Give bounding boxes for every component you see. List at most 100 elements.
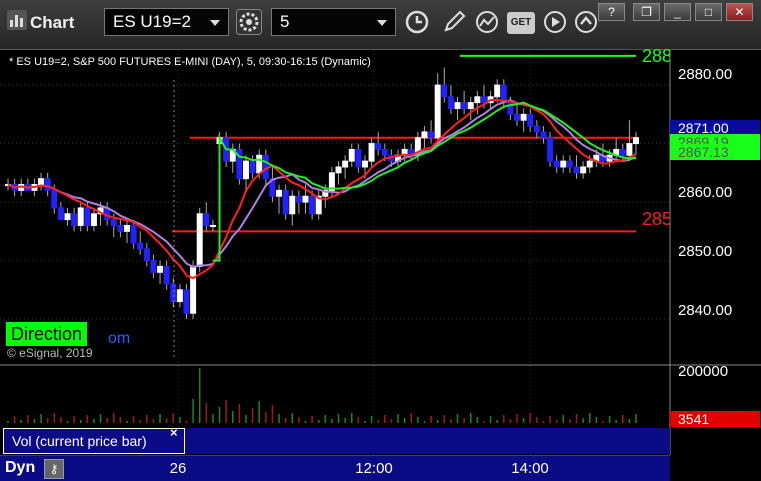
title-bar: Chart ES U19=2 5 GET ? ❐ _ □ ✕	[0, 0, 761, 50]
price-axis-label: 2860.00	[678, 184, 733, 201]
time-axis-corner	[670, 455, 761, 481]
candle-body	[249, 160, 256, 174]
candle-body	[434, 84, 441, 139]
candle-body	[533, 125, 540, 133]
candle-body	[77, 207, 84, 226]
candle-body	[461, 102, 468, 109]
candle-body	[196, 213, 203, 267]
candle-body	[123, 224, 130, 232]
pencil-icon[interactable]	[441, 9, 467, 35]
close-button[interactable]: ✕	[726, 3, 753, 21]
candle-body	[44, 178, 51, 191]
gear-icon[interactable]	[236, 9, 262, 35]
minimize-button[interactable]: _	[664, 3, 691, 21]
candle-body	[454, 102, 461, 109]
candle-body	[566, 160, 573, 168]
green-level-label: 288	[642, 46, 670, 66]
candle-body	[474, 96, 481, 104]
candle-body	[137, 242, 144, 250]
play-icon[interactable]	[542, 9, 568, 35]
red-level-label: 285	[642, 209, 670, 229]
candle-body	[71, 213, 78, 226]
moving-averages	[7, 99, 637, 280]
candle-body	[467, 102, 474, 109]
candle-body	[527, 113, 534, 127]
candle-body	[342, 160, 349, 168]
candle-body	[619, 148, 626, 156]
time-axis: Dyn ⚷ 26 12:00 14:00	[0, 455, 761, 481]
candle-body	[447, 96, 454, 109]
candle-body	[573, 166, 580, 174]
candle-body	[143, 248, 150, 262]
candle-body	[421, 131, 428, 139]
candle-body	[84, 207, 91, 226]
direction-tail-text: om	[108, 330, 131, 347]
volume-caption[interactable]: Vol (current price bar)	[3, 428, 185, 454]
direction-button[interactable]: Direction	[6, 322, 88, 346]
lock-icon[interactable]: ⚷	[44, 459, 64, 479]
candle-body	[163, 265, 170, 285]
window-title: Chart	[30, 13, 75, 32]
candle-body	[183, 289, 190, 314]
candle-body	[176, 289, 183, 303]
chart-icon[interactable]	[474, 9, 500, 35]
chevron-down-icon	[377, 20, 387, 26]
price-chart[interactable]	[0, 50, 761, 455]
close-indicator-icon[interactable]: ×	[170, 425, 178, 440]
candle-body	[633, 137, 639, 145]
volume-axis-label: 200000	[678, 363, 729, 380]
price-axis-label: 2840.00	[678, 302, 733, 319]
candle-body	[368, 143, 375, 162]
candle-body	[289, 195, 296, 215]
candle-body	[480, 96, 487, 104]
candle-body	[282, 189, 289, 215]
chart-app-icon	[7, 10, 27, 30]
ma-red-line	[7, 99, 637, 280]
candle-body	[514, 113, 521, 121]
help-button[interactable]: ?	[598, 3, 625, 21]
candle-body	[90, 213, 97, 226]
maximize-button[interactable]: □	[695, 3, 722, 21]
candle-body	[309, 195, 316, 215]
interval-select[interactable]: 5	[271, 8, 396, 36]
candle-body	[348, 148, 355, 162]
price-axis-label: 2850.00	[678, 243, 733, 260]
get-icon[interactable]: GET	[507, 12, 535, 34]
candle-body	[110, 219, 117, 226]
current-volume-value: 3541	[678, 411, 710, 427]
candle-body	[560, 160, 567, 168]
clock-icon[interactable]	[404, 9, 430, 35]
interval-value: 5	[280, 12, 290, 31]
candle-body	[375, 143, 382, 150]
candle-body	[130, 224, 137, 244]
ma-purple-line	[7, 99, 637, 268]
candle-body	[520, 113, 527, 121]
candle-body	[190, 265, 197, 314]
symbol-input[interactable]: ES U19=2	[104, 8, 229, 36]
dyn-label[interactable]: Dyn	[5, 459, 35, 477]
candle-body	[626, 143, 633, 156]
price-axis-label: 2880.00	[678, 66, 733, 83]
restore-button[interactable]: ❐	[633, 3, 660, 21]
candle-body	[355, 148, 362, 168]
candle-body	[547, 137, 554, 162]
candle-body	[540, 131, 547, 139]
candle-body	[441, 84, 448, 98]
candle-body	[170, 283, 177, 303]
candle-body	[494, 84, 501, 98]
candle-body	[276, 189, 283, 197]
candle-body	[117, 224, 124, 232]
chevron-down-icon	[210, 20, 220, 26]
esignal-watermark: © eSignal, 2019	[7, 346, 93, 360]
candle-body	[381, 148, 388, 156]
time-axis-label: 14:00	[511, 460, 549, 477]
time-axis-label: 26	[169, 460, 187, 477]
candle-body	[157, 265, 164, 273]
candle-body	[38, 178, 45, 186]
candle-body	[361, 160, 368, 168]
candle-body	[428, 131, 435, 139]
arrow-icon[interactable]	[573, 9, 599, 35]
candle-body	[553, 160, 560, 168]
candle-body	[64, 213, 71, 221]
candle-body	[150, 260, 157, 273]
